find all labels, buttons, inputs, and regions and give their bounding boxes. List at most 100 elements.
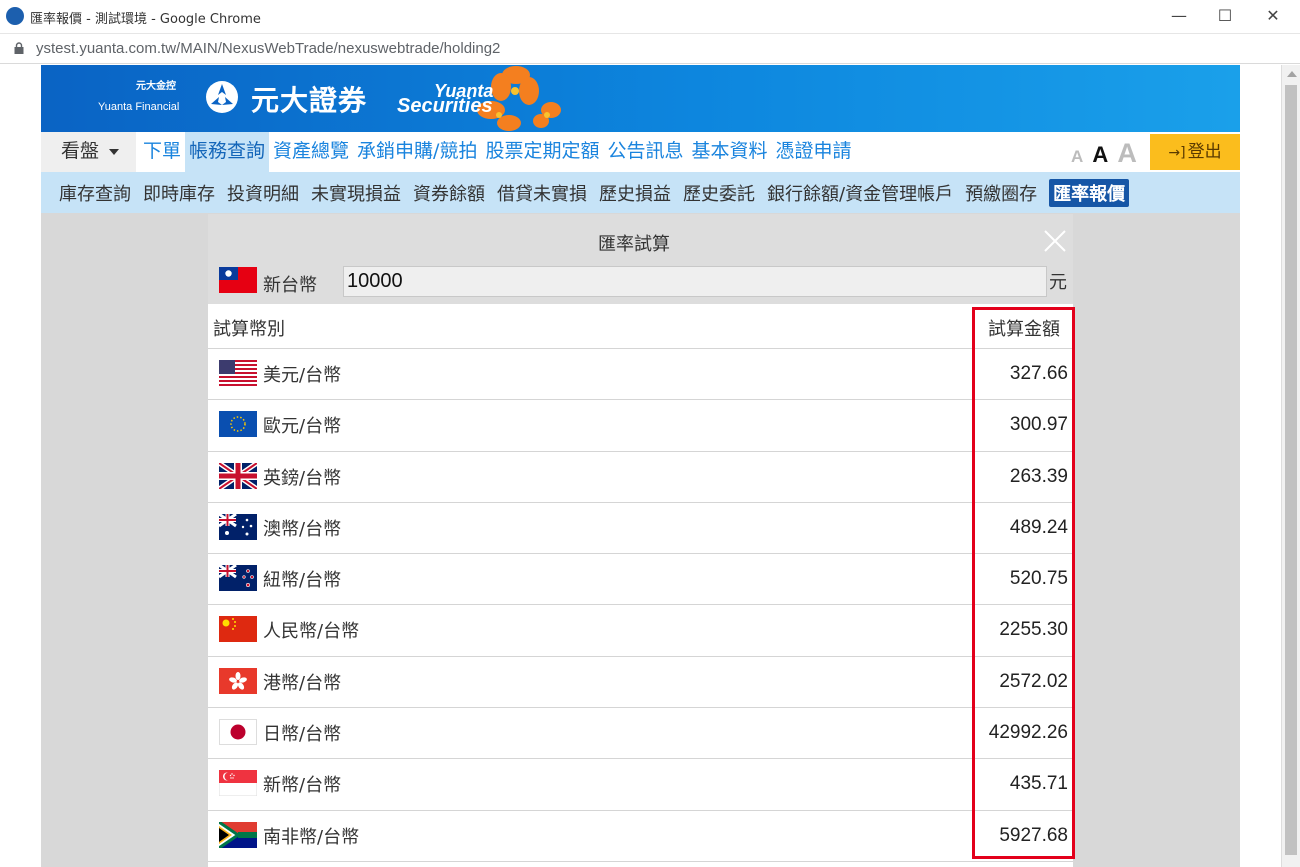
us-flag-icon xyxy=(219,360,257,386)
font-size-large-button[interactable]: A xyxy=(1117,138,1137,169)
gb-flag-icon xyxy=(219,462,257,489)
page-viewport: 元大金控 Yuanta Financial 元大證券 Yuanta Securi… xyxy=(0,65,1280,867)
table-row: 南非幣/台幣 5927.68 xyxy=(208,811,1073,862)
converted-amount: 2572.02 xyxy=(999,670,1068,692)
chevron-down-icon xyxy=(109,148,120,155)
rate-table-body: 美元/台幣 327.66 歐元/台幣 300.97 英鎊/台幣 263.39 澳… xyxy=(208,349,1073,862)
nav-item-order[interactable]: 下單 xyxy=(139,132,185,172)
font-size-small-button[interactable]: A xyxy=(1071,147,1083,167)
minimize-button[interactable]: — xyxy=(1155,0,1203,34)
au-flag-icon xyxy=(219,513,257,540)
hk-flag-icon xyxy=(219,667,257,694)
subnav-item-unrealized-pnl[interactable]: 未實現損益 xyxy=(311,180,401,206)
col-header-amount: 試算金額 xyxy=(988,319,1060,340)
base-currency-label: 新台幣 xyxy=(263,275,317,296)
nz-flag-icon xyxy=(219,565,257,592)
dialog-title: 匯率試算 xyxy=(598,234,670,255)
currency-pair-label: 澳幣/台幣 xyxy=(263,518,342,540)
address-bar[interactable]: ystest.yuanta.com.tw/MAIN/NexusWebTrade/… xyxy=(0,34,1300,64)
financial-group-en-label: Yuanta Financial xyxy=(98,101,180,113)
financial-group-label: 元大金控 xyxy=(136,81,176,92)
subnav-item-margin-balance[interactable]: 資券餘額 xyxy=(413,180,485,206)
nav-item-announcements[interactable]: 公告訊息 xyxy=(603,132,687,172)
dialog-header: 匯率試算 xyxy=(208,214,1073,269)
brand-name-cn: 元大證券 xyxy=(251,84,368,117)
sub-nav: 庫存查詢 即時庫存 投資明細 未實現損益 資券餘額 借貸未實損 歷史損益 歷史委… xyxy=(41,172,1240,213)
nav-item-certificate[interactable]: 憑證申請 xyxy=(772,132,856,172)
nav-item-underwriting[interactable]: 承銷申購/競拍 xyxy=(353,132,481,172)
currency-pair-label: 日幣/台幣 xyxy=(263,724,342,746)
converted-amount: 2255.30 xyxy=(999,619,1068,641)
logout-button[interactable]: →] 登出 xyxy=(1150,134,1240,170)
subnav-item-history-pnl[interactable]: 歷史損益 xyxy=(599,180,671,206)
currency-pair-label: 紐幣/台幣 xyxy=(263,570,342,592)
table-header: 試算幣別 試算金額 xyxy=(208,304,1073,349)
url-text[interactable]: ystest.yuanta.com.tw/MAIN/NexusWebTrade/… xyxy=(36,40,500,57)
close-window-button[interactable]: ✕ xyxy=(1249,0,1297,34)
converted-amount: 327.66 xyxy=(1009,363,1068,384)
currency-pair-label: 南非幣/台幣 xyxy=(263,826,360,848)
subnav-item-investment-detail[interactable]: 投資明細 xyxy=(227,180,299,206)
lock-icon xyxy=(14,42,24,54)
subnav-item-exchange-rate[interactable]: 匯率報價 xyxy=(1049,178,1130,207)
subnav-item-prepayment[interactable]: 預繳圈存 xyxy=(965,180,1037,206)
table-row: 歐元/台幣 300.97 xyxy=(208,400,1073,452)
table-row: 日幣/台幣 42992.26 xyxy=(208,708,1073,760)
currency-pair-label: 新幣/台幣 xyxy=(263,775,342,797)
nav-item-regular-investment[interactable]: 股票定期定額 xyxy=(481,132,603,172)
converted-amount: 489.24 xyxy=(1009,516,1068,538)
subnav-item-lending-loss[interactable]: 借貸未實損 xyxy=(497,180,587,206)
watch-menu-dropdown[interactable]: 看盤 xyxy=(41,132,136,172)
scroll-up-icon[interactable] xyxy=(1287,71,1297,77)
table-row: 澳幣/台幣 489.24 xyxy=(208,503,1073,555)
table-row: 人民幣/台幣 2255.30 xyxy=(208,605,1073,657)
exchange-calculator-dialog: 匯率試算 新台幣 10000 元 試算幣別 試算金額 美元/台幣 327.66 … xyxy=(208,214,1073,867)
converted-amount: 5927.68 xyxy=(999,824,1068,846)
converted-amount: 263.39 xyxy=(1009,465,1068,487)
yuanta-logo-icon[interactable] xyxy=(205,80,239,114)
main-nav: 看盤 下單 帳務查詢 資產總覽 承銷申購/競拍 股票定期定額 公告訊息 基本資料… xyxy=(41,132,1240,172)
currency-pair-label: 英鎊/台幣 xyxy=(263,467,342,489)
currency-pair-label: 歐元/台幣 xyxy=(263,416,342,438)
eu-flag-icon xyxy=(219,411,257,438)
sg-flag-icon xyxy=(219,770,257,797)
table-row: 紐幣/台幣 520.75 xyxy=(208,554,1073,606)
table-row: 美元/台幣 327.66 xyxy=(208,349,1073,401)
font-size-controls: A A A xyxy=(1071,138,1141,169)
table-row: 英鎊/台幣 263.39 xyxy=(208,452,1073,503)
brand-name-en-2: Securities xyxy=(397,95,493,117)
nav-item-account-query[interactable]: 帳務查詢 xyxy=(185,132,270,172)
logout-label: 登出 xyxy=(1187,142,1222,162)
window-titlebar: 匯率報價 - 測試環境 - Google Chrome — ☐ ✕ xyxy=(0,0,1300,34)
window-title: 匯率報價 - 測試環境 - Google Chrome xyxy=(30,12,261,27)
subnav-item-inventory-query[interactable]: 庫存查詢 xyxy=(59,180,131,206)
converted-amount: 42992.26 xyxy=(988,722,1068,744)
page-scrollbar[interactable] xyxy=(1281,65,1300,867)
currency-pair-label: 人民幣/台幣 xyxy=(263,621,360,643)
converted-amount: 520.75 xyxy=(1009,568,1068,590)
site-container: 元大金控 Yuanta Financial 元大證券 Yuanta Securi… xyxy=(41,65,1240,867)
subnav-item-realtime-inventory[interactable]: 即時庫存 xyxy=(143,180,215,206)
nav-item-basic-info[interactable]: 基本資料 xyxy=(687,132,771,172)
close-icon[interactable] xyxy=(1043,229,1067,253)
watch-menu-label: 看盤 xyxy=(61,140,100,162)
nav-item-assets-overview[interactable]: 資產總覽 xyxy=(269,132,353,172)
font-size-medium-button[interactable]: A xyxy=(1092,142,1108,168)
sign-out-icon: →] xyxy=(1168,145,1186,161)
amount-input[interactable]: 10000 xyxy=(343,266,1047,297)
maximize-button[interactable]: ☐ xyxy=(1201,0,1249,34)
cn-flag-icon xyxy=(219,616,257,643)
subnav-item-history-orders[interactable]: 歷史委託 xyxy=(683,180,755,206)
currency-pair-label: 港幣/台幣 xyxy=(263,672,342,694)
za-flag-icon xyxy=(219,821,257,848)
currency-pair-label: 美元/台幣 xyxy=(263,365,342,386)
subnav-item-bank-balance[interactable]: 銀行餘額/資金管理帳戶 xyxy=(767,180,953,206)
amount-unit-label: 元 xyxy=(1049,272,1067,293)
col-header-currency: 試算幣別 xyxy=(213,319,285,340)
table-row: 港幣/台幣 2572.02 xyxy=(208,657,1073,709)
tw-flag-icon xyxy=(219,267,257,293)
scrollbar-thumb[interactable] xyxy=(1285,85,1297,855)
converted-amount: 300.97 xyxy=(1009,414,1068,436)
jp-flag-icon xyxy=(219,719,257,746)
base-amount-row: 新台幣 10000 元 xyxy=(208,264,1073,304)
